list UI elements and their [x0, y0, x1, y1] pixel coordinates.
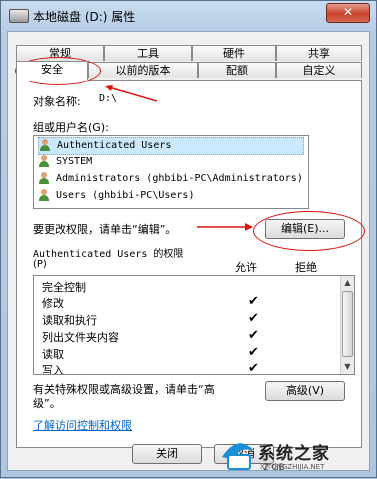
- permission-row: 读取 ✔: [42, 346, 282, 363]
- deny-column-header: 拒绝: [295, 261, 317, 274]
- permissions-for-accesskey: (P): [33, 259, 47, 270]
- user-item-authenticated-users[interactable]: Authenticated Users: [38, 137, 304, 155]
- tab-customize[interactable]: 自定义: [276, 62, 362, 78]
- drive-icon: [9, 9, 29, 23]
- group-users-label: 组或用户名(G):: [33, 121, 109, 134]
- watermark-brand: 系统之家: [258, 444, 330, 464]
- user-group-icon: [38, 172, 52, 184]
- allow-check-icon: ✔: [248, 361, 259, 375]
- scroll-thumb[interactable]: [342, 291, 353, 357]
- user-group-icon: [38, 155, 52, 167]
- user-group-icon: [39, 139, 53, 151]
- object-name-value: D:\: [99, 93, 118, 104]
- allow-check-icon: ✔: [248, 311, 259, 326]
- users-listbox[interactable]: Authenticated Users SYSTEM Administrator…: [33, 135, 309, 209]
- user-item-users[interactable]: Users (ghbibi-PC\Users): [38, 188, 194, 204]
- permissions-scrollbar[interactable]: ▲ ▼: [340, 276, 354, 374]
- special-permissions-text-2: 级”。: [33, 397, 61, 410]
- scroll-down-icon[interactable]: ▼: [341, 360, 354, 374]
- allow-column-header: 允许: [235, 261, 257, 274]
- title-bar[interactable]: 本地磁盘 (D:) 属性 ✕: [1, 1, 376, 31]
- annotation-circle-edit-button: [253, 211, 365, 251]
- permissions-list[interactable]: 完全控制 修改 ✔ 读取和执行 ✔ 列出文件夹内容 ✔ 读取 ✔ 写入 ✔ ▲ ▼: [33, 275, 355, 375]
- scroll-up-icon[interactable]: ▲: [341, 276, 354, 290]
- user-item-system[interactable]: SYSTEM: [38, 154, 92, 170]
- window-title: 本地磁盘 (D:) 属性: [33, 10, 136, 24]
- security-tab-panel: 对象名称: D:\ 组或用户名(G): Authenticated Users …: [16, 80, 362, 448]
- advanced-button[interactable]: 高级(V): [265, 381, 345, 401]
- watermark-logo-icon: [222, 443, 254, 470]
- permission-row: 读取和执行 ✔: [42, 312, 282, 329]
- watermark-url: XITONGZHIJIA.NET: [260, 463, 325, 471]
- change-permissions-text: 要更改权限，请单击“编辑”。: [33, 223, 177, 236]
- window-close-button[interactable]: ✕: [326, 3, 370, 23]
- permission-row: 列出文件夹内容 ✔: [42, 329, 282, 346]
- user-item-administrators[interactable]: Administrators (ghbibi-PC\Administrators…: [38, 171, 303, 187]
- tab-quota[interactable]: 配额: [198, 62, 276, 78]
- learn-access-control-link[interactable]: 了解访问控制和权限: [33, 417, 132, 433]
- allow-check-icon: ✔: [248, 294, 259, 309]
- allow-check-icon: ✔: [248, 345, 259, 360]
- tab-hardware[interactable]: 硬件: [192, 45, 276, 61]
- permission-row: 写入 ✔: [42, 362, 282, 375]
- tab-sharing[interactable]: 共享: [276, 45, 362, 61]
- object-name-label: 对象名称:: [33, 95, 81, 108]
- tab-tools[interactable]: 工具: [104, 45, 192, 61]
- allow-check-icon: ✔: [248, 328, 259, 343]
- dialog-client-area: 常规 工具 硬件 共享 安全 以前的版本 配额 自定义 对象名称: D:\ 组或…: [7, 31, 370, 471]
- properties-dialog: 本地磁盘 (D:) 属性 ✕ 常规 工具 硬件 共享 安全 以前的版本 配额 自…: [0, 0, 377, 478]
- permission-row: 修改 ✔: [42, 295, 282, 312]
- permissions-for-label: Authenticated Users 的权限: [33, 249, 184, 260]
- user-group-icon: [38, 189, 52, 201]
- permission-row: 完全控制: [42, 281, 86, 294]
- close-button[interactable]: 关闭: [132, 444, 202, 464]
- watermark: 系统之家 XITONGZHIJIA.NET: [216, 433, 376, 477]
- tab-security[interactable]: 安全: [16, 61, 88, 81]
- tab-previous-versions[interactable]: 以前的版本: [88, 62, 198, 78]
